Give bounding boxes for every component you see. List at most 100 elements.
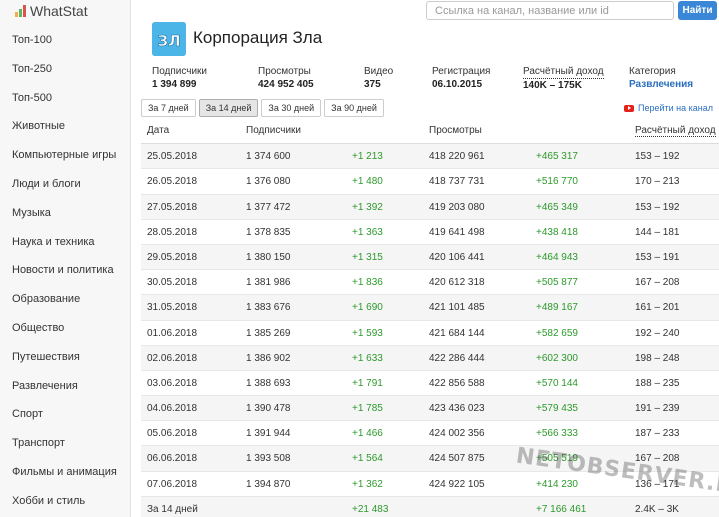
cell-subscribers: 1 377 472 <box>246 201 291 213</box>
cell-income: 153 – 192 <box>635 151 680 163</box>
cell-views: 418 737 731 <box>429 176 485 188</box>
table-row: 27.05.2018 1 377 472 +1 392 419 203 080 +465… <box>141 194 719 220</box>
table-row: 02.06.2018 1 386 902 +1 633 422 286 444 +602… <box>141 345 719 371</box>
cell-views-delta: +505 877 <box>536 277 578 289</box>
cell-date: 26.05.2018 <box>147 176 198 188</box>
cell-income: 161 – 201 <box>635 302 680 314</box>
search-input[interactable] <box>426 1 674 20</box>
stat-category: Категория Развлечения <box>629 65 693 91</box>
sidebar-item-top-500[interactable]: Топ-500 <box>0 84 130 113</box>
period-selector: За 7 дней За 14 дней За 30 дней За 90 дн… <box>141 99 384 117</box>
header-date: Дата <box>147 125 170 136</box>
cell-subscribers-delta: +1 363 <box>352 226 383 238</box>
stat-label: Просмотры <box>258 66 311 77</box>
sidebar-item-people-blogs[interactable]: Люди и блоги <box>0 170 130 199</box>
sidebar-item-top-250[interactable]: Топ-250 <box>0 55 130 84</box>
sidebar-item-hobby-style[interactable]: Хобби и стиль <box>0 487 130 516</box>
cell-views: 419 203 080 <box>429 201 485 213</box>
sidebar-item-entertainment[interactable]: Развлечения <box>0 372 130 401</box>
sidebar-item-travel[interactable]: Путешествия <box>0 343 130 372</box>
cell-date: 02.06.2018 <box>147 352 198 364</box>
category-nav: Топ-100 Топ-250 Топ-500 Животные Компьют… <box>0 26 130 516</box>
period-30-days-button[interactable]: За 30 дней <box>261 99 322 117</box>
cell-views-delta: +516 770 <box>536 176 578 188</box>
cell-subscribers: 1 378 835 <box>246 226 291 238</box>
cell-income: 187 – 233 <box>635 428 680 440</box>
stat-label: Регистрация <box>432 66 491 77</box>
stat-value: 375 <box>364 79 381 90</box>
cell-subscribers: 1 381 986 <box>246 277 291 289</box>
header-income[interactable]: Расчётный доход <box>635 125 716 137</box>
sidebar-item-transport[interactable]: Транспорт <box>0 429 130 458</box>
cell-date: За 14 дней <box>147 503 198 515</box>
cell-date: 29.05.2018 <box>147 251 198 263</box>
search-button[interactable]: Найти <box>678 1 717 20</box>
sidebar-item-society[interactable]: Общество <box>0 314 130 343</box>
table-row: 29.05.2018 1 380 150 +1 315 420 106 441 +464… <box>141 244 719 271</box>
stat-label: Категория <box>629 66 676 77</box>
sidebar-item-science-tech[interactable]: Наука и техника <box>0 228 130 257</box>
sidebar-item-games[interactable]: Компьютерные игры <box>0 141 130 170</box>
app-logo[interactable]: WhatStat <box>0 0 130 22</box>
header-subscribers: Подписчики <box>246 125 302 136</box>
cell-date: 06.06.2018 <box>147 453 198 465</box>
cell-date: 30.05.2018 <box>147 277 198 289</box>
cell-subscribers-delta: +1 466 <box>352 428 383 440</box>
sidebar-item-sport[interactable]: Спорт <box>0 400 130 429</box>
cell-subscribers-delta: +1 633 <box>352 352 383 364</box>
sidebar-item-top-100[interactable]: Топ-100 <box>0 26 130 55</box>
sidebar-item-music[interactable]: Музыка <box>0 199 130 228</box>
cell-views: 424 002 356 <box>429 428 485 440</box>
cell-subscribers: 1 393 508 <box>246 453 291 465</box>
cell-income: 188 – 235 <box>635 377 680 389</box>
cell-views: 423 436 023 <box>429 403 485 415</box>
period-7-days-button[interactable]: За 7 дней <box>141 99 196 117</box>
sidebar-item-film-animation[interactable]: Фильмы и анимация <box>0 458 130 487</box>
stat-value: 1 394 899 <box>152 79 197 90</box>
stat-registered: Регистрация 06.10.2015 <box>432 65 490 91</box>
stat-value: 140K – 175K <box>523 80 582 91</box>
stat-subscribers: Подписчики 1 394 899 <box>152 65 207 91</box>
cell-subscribers-delta: +1 315 <box>352 251 383 263</box>
cell-subscribers-delta: +1 564 <box>352 453 383 465</box>
cell-income: 170 – 213 <box>635 176 680 188</box>
go-to-channel-link[interactable]: Перейти на канал <box>624 103 713 113</box>
sidebar-item-animals[interactable]: Животные <box>0 112 130 141</box>
cell-views-delta: +602 300 <box>536 352 578 364</box>
cell-views: 420 106 441 <box>429 251 485 263</box>
cell-views: 424 922 105 <box>429 478 485 490</box>
cell-views-delta: +489 167 <box>536 302 578 314</box>
sidebar-item-education[interactable]: Образование <box>0 285 130 314</box>
cell-date: 03.06.2018 <box>147 377 198 389</box>
channel-title: Корпорация Зла <box>193 28 323 47</box>
table-body: 25.05.2018 1 374 600 +1 213 418 220 961 +465… <box>141 144 719 517</box>
cell-subscribers-delta: +1 791 <box>352 377 383 389</box>
cell-views: 422 286 444 <box>429 352 485 364</box>
cell-views: 424 507 875 <box>429 453 485 465</box>
table-row: 25.05.2018 1 374 600 +1 213 418 220 961 +465… <box>141 144 719 170</box>
cell-subscribers: 1 374 600 <box>246 151 291 163</box>
stat-label: Видео <box>364 66 394 77</box>
sidebar-item-news-politics[interactable]: Новости и политика <box>0 256 130 285</box>
category-link[interactable]: Развлечения <box>629 78 693 91</box>
stat-views: Просмотры 424 952 405 <box>258 65 314 91</box>
cell-subscribers-delta: +1 213 <box>352 151 383 163</box>
cell-subscribers: 1 376 080 <box>246 176 291 188</box>
stat-label[interactable]: Расчётный доход <box>523 65 604 79</box>
table-total-row: За 14 дней +21 483 +7 166 461 2.4K – 3K <box>141 496 719 517</box>
period-90-days-button[interactable]: За 90 дней <box>324 99 384 117</box>
cell-views: 421 101 485 <box>429 302 485 314</box>
cell-subscribers-delta: +1 836 <box>352 277 383 289</box>
cell-subscribers: 1 383 676 <box>246 302 291 314</box>
cell-subscribers: 1 386 902 <box>246 352 291 364</box>
period-14-days-button[interactable]: За 14 дней <box>198 99 259 117</box>
stat-value: 06.10.2015 <box>432 79 483 90</box>
cell-views: 422 856 588 <box>429 377 485 389</box>
cell-income: 136 – 171 <box>635 478 680 490</box>
cell-subscribers-delta: +1 362 <box>352 478 383 490</box>
cell-date: 27.05.2018 <box>147 201 198 213</box>
bar-chart-icon <box>15 5 26 17</box>
cell-date: 07.06.2018 <box>147 478 198 490</box>
cell-views-delta: +505 519 <box>536 453 578 465</box>
cell-views-delta: +465 317 <box>536 151 578 163</box>
